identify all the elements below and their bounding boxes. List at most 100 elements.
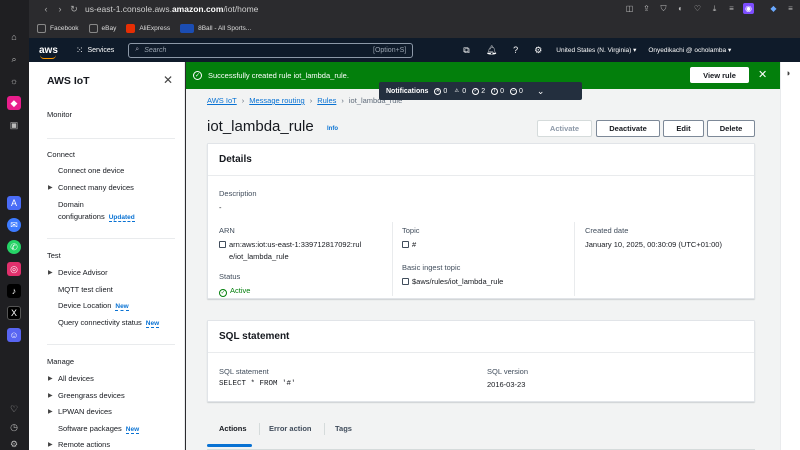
bookmark-facebook[interactable]: Facebook <box>37 23 79 33</box>
sidebar-item-mqtt-client[interactable]: MQTT test client <box>58 285 113 294</box>
notifications-bar[interactable]: Notifications ✕ 0 ⚠ 0 ✓ 2 i0 –0 ⌄ <box>379 82 582 100</box>
account-menu[interactable]: Onyedikachi @ ocholamba ▾ <box>648 46 731 54</box>
share-icon[interactable]: ⇪ <box>641 3 652 14</box>
clock-icon[interactable]: ◷ <box>7 420 21 434</box>
rule-tabs: Actions Error action Tags <box>207 415 755 450</box>
sidebar-item-device-location[interactable]: Device Location New <box>58 301 129 311</box>
activate-button[interactable]: Activate <box>537 120 592 137</box>
home-icon[interactable]: ⌂ <box>7 30 21 44</box>
caret-right-icon[interactable]: ▶ <box>48 269 53 276</box>
view-rule-button[interactable]: View rule <box>690 67 749 83</box>
info-link[interactable]: Info <box>327 126 338 132</box>
sidebar-item-all-devices[interactable]: All devices <box>58 374 94 383</box>
favorite-icon[interactable]: ♡ <box>692 3 703 14</box>
address-bar[interactable]: us-east-1.console.aws.amazon.com/iot/hom… <box>85 4 258 14</box>
warning-icon: ⚠ <box>454 88 460 94</box>
error-count[interactable]: ✕ 0 <box>434 87 447 95</box>
caret-right-icon[interactable]: ▶ <box>48 408 53 415</box>
bell-icon[interactable]: 🔔︎ <box>486 45 497 56</box>
sidebar-item-query-connectivity[interactable]: Query connectivity status New <box>58 318 160 328</box>
tab-tags[interactable]: Tags <box>335 424 352 433</box>
divider <box>47 138 175 139</box>
gear-icon[interactable]: ⚙ <box>534 45 542 56</box>
sidebar-item-software-packages[interactable]: Software packages New <box>58 424 140 434</box>
basic-ingest-value: $aws/rules/iot_lambda_rule <box>402 277 503 286</box>
edit-button[interactable]: Edit <box>663 120 704 137</box>
breadcrumb-message-routing[interactable]: Message routing <box>249 96 304 105</box>
forward-icon[interactable]: › <box>53 4 67 14</box>
shield-icon[interactable]: ⛉ <box>658 3 669 14</box>
tab-actions[interactable]: Actions <box>219 424 247 433</box>
caret-right-icon[interactable]: ▶ <box>48 184 53 191</box>
in-progress-count[interactable]: –0 <box>510 87 523 95</box>
close-icon[interactable]: ✕ <box>758 68 767 81</box>
camera-icon[interactable]: ◫ <box>624 3 635 14</box>
region-selector[interactable]: United States (N. Virginia) ▾ <box>556 46 636 54</box>
aws-logo[interactable]: aws <box>39 45 58 59</box>
vpn-icon[interactable]: ◐ <box>675 3 686 14</box>
services-menu[interactable]: ⁙ Services <box>76 45 114 56</box>
new-badge: New <box>115 303 129 311</box>
sidebar-item-remote-actions[interactable]: Remote actions <box>58 440 110 449</box>
breadcrumb-aws-iot[interactable]: AWS IoT <box>207 96 237 105</box>
url-path: /iot/home <box>223 4 259 14</box>
success-count[interactable]: ✓ 2 <box>472 87 485 95</box>
sql-statement-card: SQL statement SQL statement SELECT * FRO… <box>207 320 755 402</box>
sidebar-item-monitor[interactable]: Monitor <box>47 110 72 119</box>
app-store-icon[interactable]: A <box>7 196 21 210</box>
caret-right-icon[interactable]: ▶ <box>48 441 53 448</box>
back-icon[interactable]: ‹ <box>39 4 53 14</box>
caret-right-icon[interactable]: ▶ <box>48 392 53 399</box>
sidebar-item-device-advisor[interactable]: Device Advisor <box>58 268 108 277</box>
profile-icon[interactable]: ◉ <box>743 3 754 14</box>
chevron-down-icon[interactable]: ⌄ <box>537 86 545 97</box>
settings-icon[interactable]: ⚙ <box>7 437 21 450</box>
progress-icon: – <box>510 87 518 95</box>
info-count[interactable]: i0 <box>491 87 504 95</box>
arn-value: arn:aws:iot:us-east-1:339712817092:rul <box>219 240 361 249</box>
sidebar-item-domain-line1[interactable]: Domain <box>58 200 84 209</box>
flash-message: Successfully created rule iot_lambda_rul… <box>208 71 349 80</box>
copy-icon[interactable] <box>402 278 409 285</box>
sun-icon[interactable]: ☼ <box>7 74 21 88</box>
search-input[interactable]: ⌕ Search [Option+S] <box>128 42 414 58</box>
sidebar-item-connect-many[interactable]: Connect many devices <box>58 183 134 192</box>
history-icon[interactable]: ≡ <box>726 3 737 14</box>
sidebar-item-greengrass[interactable]: Greengrass devices <box>58 391 125 400</box>
cloudshell-icon[interactable]: ⧉ <box>463 45 469 56</box>
sidebar-item-domain-configurations[interactable]: configurations Updated <box>58 212 135 222</box>
bookmark-8ball[interactable]: 8Ball - All Sports... <box>180 23 251 33</box>
help-panel-icon[interactable]: ◑ <box>785 68 790 78</box>
messenger-icon[interactable]: ✉ <box>7 218 21 232</box>
close-icon[interactable]: ✕ <box>163 73 173 87</box>
deactivate-button[interactable]: Deactivate <box>596 120 660 137</box>
delete-button[interactable]: Delete <box>707 120 755 137</box>
search-icon[interactable]: ⌕ <box>7 52 21 66</box>
copy-icon[interactable] <box>219 241 226 248</box>
caret-right-icon[interactable]: ▶ <box>48 375 53 382</box>
instagram-icon[interactable]: ◎ <box>7 262 21 276</box>
extension-icon[interactable]: ◆ <box>768 3 779 14</box>
heart-icon[interactable]: ♡ <box>7 402 21 416</box>
sidebar-section-manage[interactable]: Manage <box>47 357 74 366</box>
sidebar-section-connect[interactable]: Connect <box>47 150 75 159</box>
sidebar-item-lpwan[interactable]: LPWAN devices <box>58 407 112 416</box>
warning-count[interactable]: ⚠ 0 <box>453 88 467 95</box>
sidebar-item-connect-one[interactable]: Connect one device <box>58 166 124 175</box>
bookmark-aliexpress[interactable]: AliExpress <box>126 23 170 33</box>
sidebar-section-test[interactable]: Test <box>47 251 61 260</box>
discord-icon[interactable]: ☺ <box>7 328 21 342</box>
x-twitter-icon[interactable]: X <box>7 306 21 320</box>
briefcase-icon[interactable]: ▣ <box>7 118 21 132</box>
tab-error-action[interactable]: Error action <box>269 424 312 433</box>
whatsapp-icon[interactable]: ✆ <box>7 240 21 254</box>
tiktok-icon[interactable]: ♪ <box>7 284 21 298</box>
download-icon[interactable]: ⤓ <box>709 3 720 14</box>
bookmark-ebay[interactable]: eBay <box>88 23 116 33</box>
breadcrumb-rules[interactable]: Rules <box>317 96 336 105</box>
menu-icon[interactable]: ≡ <box>785 3 796 14</box>
aria-icon[interactable]: ◆ <box>7 96 21 110</box>
copy-icon[interactable] <box>402 241 409 248</box>
reload-icon[interactable]: ↻ <box>67 4 81 15</box>
help-icon[interactable]: ? <box>513 45 518 55</box>
